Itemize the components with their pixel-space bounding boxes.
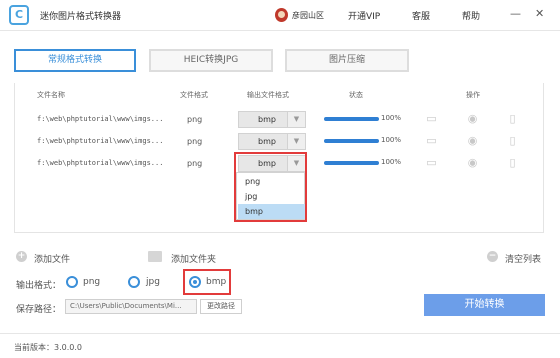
file-path: f:\web\phptutorial\www\imgs... <box>37 159 164 167</box>
version-text: 当前版本：3.0.0.0 <box>14 343 82 352</box>
radio-png-label[interactable]: png <box>83 277 100 287</box>
menu-item-bmp[interactable]: bmp <box>238 204 305 219</box>
file-path: f:\web\phptutorial\www\imgs... <box>37 137 164 145</box>
output-format-value: bmp <box>258 137 276 146</box>
add-folder-icon[interactable] <box>148 251 162 262</box>
progress-bar <box>324 139 379 143</box>
app-title: 迷你图片格式转换器 <box>40 12 122 22</box>
folder-icon[interactable]: ▭ <box>425 113 438 125</box>
table-row: f:\web\phptutorial\www\imgs... png bmp ▼… <box>15 109 543 131</box>
vip-link[interactable]: 开通VIP <box>348 9 380 22</box>
delete-trash-icon[interactable]: ▯ <box>506 157 519 169</box>
add-folder-button[interactable]: 添加文件夹 <box>171 252 216 265</box>
preview-eye-icon[interactable]: ◉ <box>466 113 479 125</box>
save-path-label: 保存路径： <box>16 305 62 315</box>
chevron-down-icon[interactable]: ▼ <box>287 156 305 171</box>
output-format-dropdown[interactable]: bmp ▼ <box>238 133 306 150</box>
progress-bar <box>324 161 379 165</box>
tab-regular-convert[interactable]: 常规格式转换 <box>14 49 136 72</box>
app-logo-icon: C <box>9 5 29 25</box>
radio-png[interactable] <box>66 276 78 288</box>
column-header-output: 输出文件格式 <box>247 91 289 99</box>
output-format-dropdown[interactable]: bmp ▼ <box>238 155 306 172</box>
progress-bar <box>324 117 379 121</box>
table-row: f:\web\phptutorial\www\imgs... png bmp ▼… <box>15 131 543 153</box>
output-format-value: bmp <box>258 115 276 124</box>
folder-icon[interactable]: ▭ <box>425 135 438 147</box>
add-file-button[interactable]: 添加文件 <box>34 252 70 265</box>
output-format-label: 输出格式： <box>16 281 62 291</box>
column-header-status: 状态 <box>349 91 363 99</box>
folder-icon[interactable]: ▭ <box>425 157 438 169</box>
minimize-icon[interactable]: — <box>510 8 521 19</box>
menu-item-jpg[interactable]: jpg <box>238 189 305 204</box>
preview-eye-icon[interactable]: ◉ <box>466 135 479 147</box>
user-name[interactable]: 彦园山区 <box>292 10 324 21</box>
save-path-input[interactable]: C:\Users\Public\Documents\Mi... <box>65 299 197 314</box>
preview-eye-icon[interactable]: ◉ <box>466 157 479 169</box>
user-avatar-icon[interactable] <box>275 8 288 22</box>
service-link[interactable]: 客服 <box>412 9 430 22</box>
start-convert-button[interactable]: 开始转换 <box>424 294 545 316</box>
progress-percent: 100% <box>381 136 402 144</box>
add-file-icon[interactable]: + <box>16 251 27 262</box>
file-path: f:\web\phptutorial\www\imgs... <box>37 115 164 123</box>
radio-bmp[interactable] <box>189 276 201 288</box>
radio-jpg[interactable] <box>128 276 140 288</box>
status-bar: 当前版本：3.0.0.0 <box>0 333 560 358</box>
help-link[interactable]: 帮助 <box>462 9 480 22</box>
output-format-menu: png jpg bmp <box>236 172 305 220</box>
clear-list-button[interactable]: 清空列表 <box>505 252 541 265</box>
file-format: png <box>187 159 203 168</box>
tab-image-compress[interactable]: 图片压缩 <box>285 49 409 72</box>
chevron-down-icon[interactable]: ▼ <box>287 112 305 127</box>
progress-percent: 100% <box>381 114 402 122</box>
file-format: png <box>187 115 203 124</box>
progress-percent: 100% <box>381 158 402 166</box>
close-icon[interactable]: ✕ <box>535 8 544 19</box>
column-header-format: 文件格式 <box>180 91 208 99</box>
clear-list-icon[interactable]: − <box>487 251 498 262</box>
column-header-ops: 操作 <box>466 91 480 99</box>
title-bar: C 迷你图片格式转换器 彦园山区 开通VIP 客服 帮助 — ✕ <box>0 0 560 31</box>
radio-bmp-label[interactable]: bmp <box>206 277 226 287</box>
output-format-dropdown[interactable]: bmp ▼ <box>238 111 306 128</box>
menu-item-png[interactable]: png <box>238 174 305 189</box>
output-format-value: bmp <box>258 159 276 168</box>
delete-trash-icon[interactable]: ▯ <box>506 113 519 125</box>
chevron-down-icon[interactable]: ▼ <box>287 134 305 149</box>
change-path-button[interactable]: 更改路径 <box>200 299 242 314</box>
delete-trash-icon[interactable]: ▯ <box>506 135 519 147</box>
file-format: png <box>187 137 203 146</box>
tab-heic-to-jpg[interactable]: HEIC转换JPG <box>149 49 273 72</box>
radio-jpg-label[interactable]: jpg <box>146 277 160 287</box>
column-header-name: 文件名称 <box>37 91 65 99</box>
